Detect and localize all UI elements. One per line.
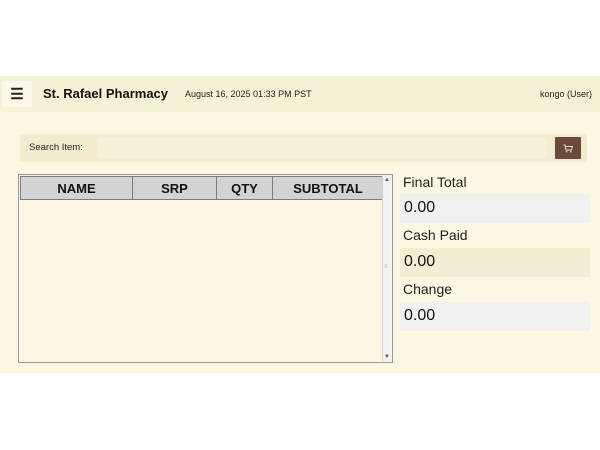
search-bar: Search Item:: [20, 134, 587, 162]
app-header: ☰ St. Rafael Pharmacy August 16, 2025 01…: [0, 76, 600, 112]
search-label: Search Item:: [29, 142, 83, 153]
search-input[interactable]: [97, 138, 547, 158]
pos-window: ☰ St. Rafael Pharmacy August 16, 2025 01…: [0, 76, 600, 373]
cash-paid-label: Cash Paid: [403, 227, 468, 243]
column-header-subtotal[interactable]: SUBTOTAL: [272, 176, 384, 200]
change-value: 0.00: [400, 302, 590, 331]
app-title: St. Rafael Pharmacy: [43, 86, 169, 101]
change-label: Change: [403, 281, 453, 297]
scroll-down-icon[interactable]: ▼: [383, 353, 391, 361]
cart-table: NAME SRP QTY SUBTOTAL ▲ ≡ ▼: [18, 174, 393, 363]
column-header-srp[interactable]: SRP: [132, 176, 217, 200]
column-header-name[interactable]: NAME: [20, 176, 133, 200]
column-header-qty[interactable]: QTY: [216, 176, 273, 200]
scroll-up-icon[interactable]: ▲: [383, 176, 391, 184]
cart-table-grid: NAME SRP QTY SUBTOTAL: [20, 176, 384, 200]
datetime-display: August 16, 2025 01:33 PM PST: [185, 89, 312, 99]
final-total-label: Final Total: [403, 174, 467, 190]
hamburger-menu-icon[interactable]: ☰: [2, 81, 32, 107]
final-total-value: 0.00: [400, 194, 590, 223]
add-to-cart-button[interactable]: [555, 137, 581, 159]
cash-paid-input[interactable]: 0.00: [400, 248, 590, 277]
table-scrollbar[interactable]: ▲ ≡ ▼: [382, 176, 391, 361]
scroll-grip-icon[interactable]: ≡: [384, 264, 390, 270]
table-header-row: NAME SRP QTY SUBTOTAL: [20, 176, 384, 200]
cart-icon: [563, 144, 573, 152]
user-label: kongo (User): [539, 89, 592, 99]
